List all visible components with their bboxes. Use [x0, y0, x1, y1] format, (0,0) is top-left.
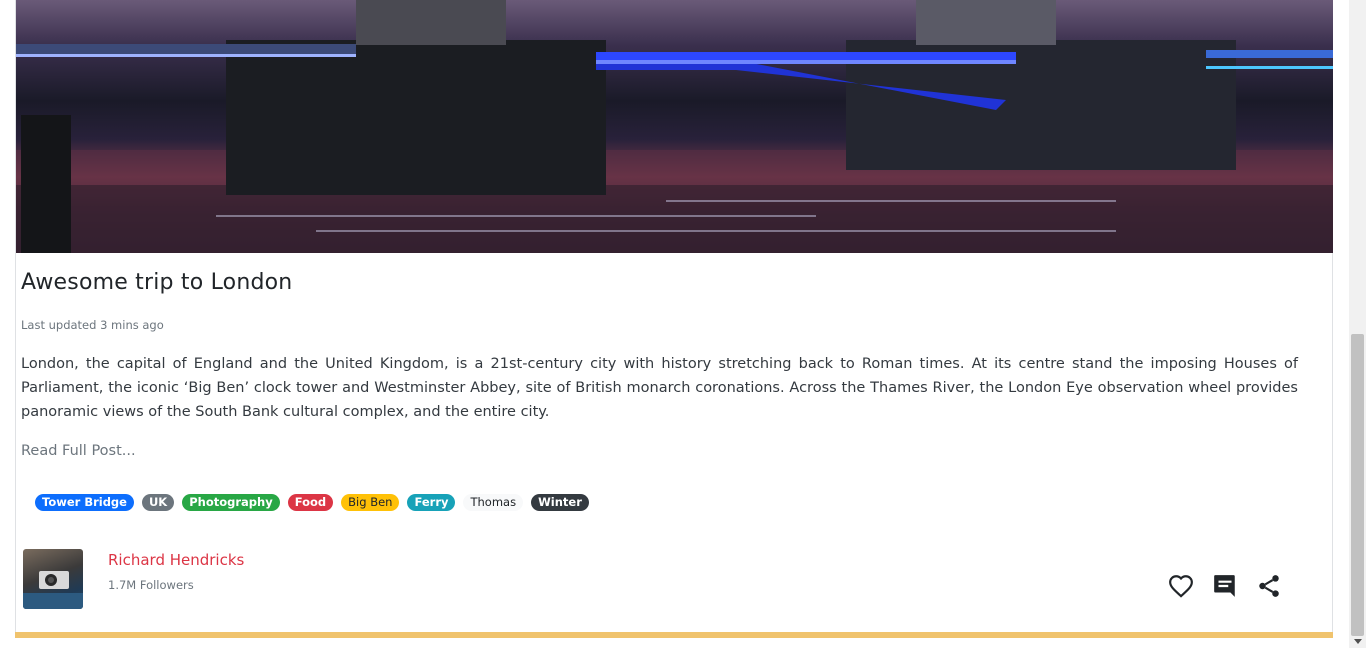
tag-uk[interactable]: UK [141, 493, 175, 511]
tag-photography[interactable]: Photography [182, 493, 280, 511]
comment-icon[interactable] [1212, 573, 1238, 599]
post-card [15, 0, 1333, 637]
scroll-down-icon[interactable] [1354, 639, 1362, 644]
post-actions [1168, 573, 1282, 599]
tag-tower-bridge[interactable]: Tower Bridge [35, 493, 134, 511]
tag-food[interactable]: Food [287, 493, 334, 511]
card-accent-bar [15, 632, 1333, 638]
tag-list: Tower Bridge UK Photography Food Big Ben… [35, 493, 589, 511]
heart-icon[interactable] [1168, 573, 1194, 599]
post-updated-time: Last updated 3 mins ago [21, 318, 164, 332]
page-scrollbar[interactable] [1349, 0, 1366, 648]
tag-ferry[interactable]: Ferry [407, 493, 456, 511]
author-name-link[interactable]: Richard Hendricks [108, 551, 244, 569]
tag-winter[interactable]: Winter [531, 493, 589, 511]
post-body: London, the capital of England and the U… [21, 356, 1298, 420]
tag-thomas[interactable]: Thomas [463, 493, 524, 511]
read-full-post-link[interactable]: Read Full Post... [21, 443, 136, 459]
tag-big-ben[interactable]: Big Ben [341, 493, 400, 511]
author-followers: 1.7M Followers [108, 578, 194, 592]
author-avatar[interactable] [23, 549, 83, 609]
scrollbar-thumb[interactable] [1351, 334, 1364, 636]
post-title: Awesome trip to London [21, 270, 293, 295]
share-icon[interactable] [1256, 573, 1282, 599]
post-hero-image [16, 0, 1333, 253]
